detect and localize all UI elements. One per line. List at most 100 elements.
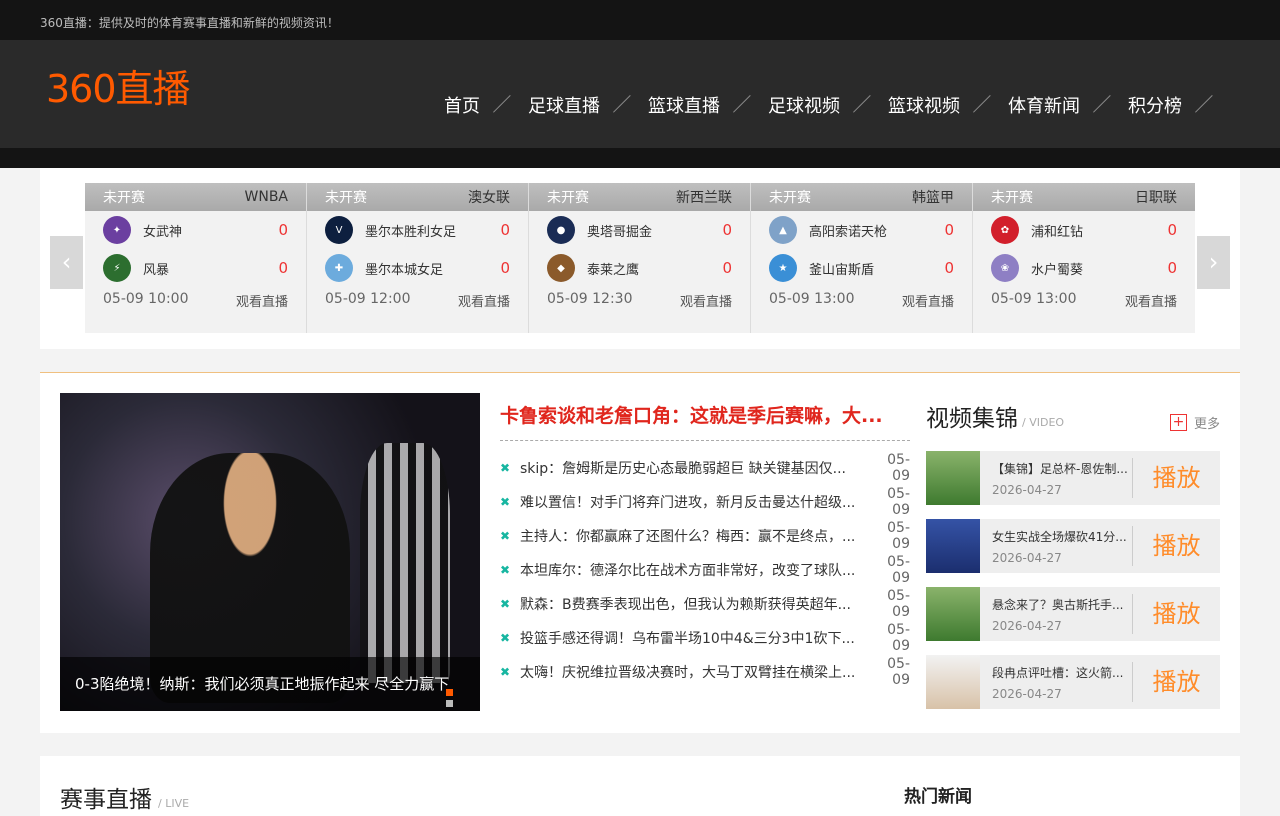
home-team: ▲ 高阳索诺天枪 0 [751,211,972,249]
match-card-footer: 05-09 12:30 观看直播 [529,291,750,310]
match-status: 未开赛 [769,190,811,206]
news-title[interactable]: 难以置信！对手门将弃门进攻，新月反击曼达什超级... [520,492,870,512]
home-team: V 墨尔本胜利女足 0 [307,211,528,249]
video-title[interactable]: 【集锦】足总杯-恩佐制... [992,460,1132,477]
team-name: 风暴 [143,262,170,278]
list-item[interactable]: ✖ 默森：B费赛季表现出色，但我认为赖斯获得英超年... 05-09 [500,587,910,621]
news-date: 05-09 [887,486,910,518]
hero-photo-referee [360,443,450,683]
away-team: ★ 釜山宙斯盾 0 [751,249,972,287]
nav-item-label[interactable]: 篮球直播 [648,92,720,118]
carousel-prev-button[interactable]: ‹ [50,236,83,289]
video-section-header: 视频集锦 / VIDEO + 更多 [926,393,1220,437]
news-title[interactable]: 默森：B费赛季表现出色，但我认为赖斯获得英超年... [520,594,870,614]
match-card[interactable]: 未开赛 日职联 ✿ 浦和红钻 0 ❀ 水户蜀葵 0 05-09 13:00 观看直播 [973,183,1195,333]
news-title[interactable]: 本坦库尔：德泽尔比在战术方面非常好，改变了球队... [520,560,870,580]
play-button[interactable]: 播放 [1132,594,1220,634]
otago-nuggets-badge-icon: ● [547,216,575,244]
play-button[interactable]: 播放 [1132,526,1220,566]
news-title[interactable]: 主持人：你都赢麻了还图什么？梅西：赢不是终点，... [520,526,870,546]
nav-item-label[interactable]: 足球视频 [768,92,840,118]
match-card[interactable]: 未开赛 WNBA ✦ 女武神 0 ⚡ 风暴 0 05-09 10:00 观看直播 [85,183,307,333]
team-name: 奥塔哥掘金 [587,224,653,240]
nav-item-basketball-video[interactable]: 篮球视频 [888,92,1008,118]
nav-item-football-video[interactable]: 足球视频 [768,92,888,118]
nav-item-label[interactable]: 积分榜 [1128,92,1182,118]
video-item[interactable]: 【集锦】足总杯-恩佐制... 2026-04-27 播放 [926,451,1220,505]
site-logo[interactable]: 360直播 [46,70,191,108]
video-thumbnail[interactable] [926,655,980,709]
watch-live-link[interactable]: 观看直播 [902,291,954,310]
news-title[interactable]: skip：詹姆斯是历史心态最脆弱超巨 缺关键基因仅... [520,458,870,478]
bullet-x-icon: ✖ [500,563,511,577]
hero-caption[interactable]: 0-3陷绝境！纳斯：我们必须真正地振作起来 尽全力赢下 [60,657,480,711]
away-team: ✚ 墨尔本城女足 0 [307,249,528,287]
team-score: 0 [722,259,732,277]
match-card[interactable]: 未开赛 韩篮甲 ▲ 高阳索诺天枪 0 ★ 釜山宙斯盾 0 05-09 13:00 观看直播 [751,183,973,333]
watch-live-link[interactable]: 观看直播 [236,291,288,310]
video-date: 2026-04-27 [992,550,1062,565]
nav-separator [1196,95,1216,115]
nav-item-football-live[interactable]: 足球直播 [528,92,648,118]
hero-slideshow[interactable]: 0-3陷绝境！纳斯：我们必须真正地振作起来 尽全力赢下 [60,393,480,711]
news-headline[interactable]: 卡鲁索谈和老詹口角：这就是季后赛嘛，大... [500,393,910,441]
match-status: 未开赛 [547,190,589,206]
watch-live-link[interactable]: 观看直播 [680,291,732,310]
video-item[interactable]: 悬念来了？奥古斯托手... 2026-04-27 播放 [926,587,1220,641]
match-league: WNBA [244,189,289,205]
nav-item-label[interactable]: 首页 [444,92,480,118]
video-thumbnail[interactable] [926,451,980,505]
news-list: 卡鲁索谈和老詹口角：这就是季后赛嘛，大... ✖ skip：詹姆斯是历史心态最脆弱… [500,393,910,689]
video-item[interactable]: 女生实战全场爆砍41分... 2026-04-27 播放 [926,519,1220,573]
video-thumbnail[interactable] [926,587,980,641]
match-card-footer: 05-09 10:00 观看直播 [85,291,306,310]
play-button[interactable]: 播放 [1132,458,1220,498]
video-thumbnail[interactable] [926,519,980,573]
list-item[interactable]: ✖ skip：詹姆斯是历史心态最脆弱超巨 缺关键基因仅... 05-09 [500,451,910,485]
video-info: 【集锦】足总杯-恩佐制... 2026-04-27 [980,460,1132,497]
list-item[interactable]: ✖ 本坦库尔：德泽尔比在战术方面非常好，改变了球队... 05-09 [500,553,910,587]
match-card-header: 未开赛 WNBA [85,183,306,211]
news-title[interactable]: 太嗨！庆祝维拉晋级决赛时，大马丁双臂挂在横梁上... [520,662,870,682]
busan-badge-icon: ★ [769,254,797,282]
list-item[interactable]: ✖ 太嗨！庆祝维拉晋级决赛时，大马丁双臂挂在横梁上... 05-09 [500,655,910,689]
nav-item-basketball-live[interactable]: 篮球直播 [648,92,768,118]
more-videos-link[interactable]: + 更多 [1169,413,1220,432]
nav-item-sports-news[interactable]: 体育新闻 [1008,92,1128,118]
list-item[interactable]: ✖ 难以置信！对手门将弃门进攻，新月反击曼达什超级... 05-09 [500,485,910,519]
play-button[interactable]: 播放 [1132,662,1220,702]
nav-item-label[interactable]: 体育新闻 [1008,92,1080,118]
list-item[interactable]: ✖ 投篮手感还得调！乌布雷半场10中4&三分3中1砍下... 05-09 [500,621,910,655]
nav-item-label[interactable]: 篮球视频 [888,92,960,118]
watch-live-link[interactable]: 观看直播 [1125,291,1177,310]
video-title-text: 视频集锦 [926,406,1018,432]
video-title[interactable]: 段冉点评吐槽：这火箭... [992,664,1132,681]
main-content: 0-3陷绝境！纳斯：我们必须真正地振作起来 尽全力赢下 卡鲁索谈和老詹口角：这就… [40,372,1240,733]
video-subtitle: / VIDEO [1022,416,1065,429]
slide-dot[interactable] [446,700,453,707]
live-section-title: 赛事直播 / LIVE [60,780,189,814]
video-title[interactable]: 女生实战全场爆砍41分... [992,528,1132,545]
nav-item-standings[interactable]: 积分榜 [1128,92,1230,118]
match-card[interactable]: 未开赛 澳女联 V 墨尔本胜利女足 0 ✚ 墨尔本城女足 0 05-09 12:00 观看直… [307,183,529,333]
away-team: ❀ 水户蜀葵 0 [973,249,1195,287]
match-league: 韩篮甲 [912,190,954,206]
hot-news-title: 热门新闻 [904,787,972,807]
news-items: ✖ skip：詹姆斯是历史心态最脆弱超巨 缺关键基因仅... 05-09 ✖ 难以置信… [500,451,910,689]
home-team: ✿ 浦和红钻 0 [973,211,1195,249]
watch-live-link[interactable]: 观看直播 [458,291,510,310]
slide-dot-active[interactable] [446,689,453,696]
match-track: 未开赛 WNBA ✦ 女武神 0 ⚡ 风暴 0 05-09 10:00 观看直播 未开赛 澳女… [85,183,1195,333]
nav-item-label[interactable]: 足球直播 [528,92,600,118]
nav-item-home[interactable]: 首页 [444,92,528,118]
match-status: 未开赛 [991,190,1033,206]
bullet-x-icon: ✖ [500,631,511,645]
video-title[interactable]: 悬念来了？奥古斯托手... [992,596,1132,613]
news-title[interactable]: 投篮手感还得调！乌布雷半场10中4&三分3中1砍下... [520,628,870,648]
list-item[interactable]: ✖ 主持人：你都赢麻了还图什么？梅西：赢不是终点，... 05-09 [500,519,910,553]
match-card-header: 未开赛 韩篮甲 [751,183,972,211]
carousel-next-button[interactable]: › [1197,236,1230,289]
video-info: 女生实战全场爆砍41分... 2026-04-27 [980,528,1132,565]
match-card[interactable]: 未开赛 新西兰联 ● 奥塔哥掘金 0 ◆ 泰莱之鹰 0 05-09 12:30 观看直播 [529,183,751,333]
video-item[interactable]: 段冉点评吐槽：这火箭... 2026-04-27 播放 [926,655,1220,709]
